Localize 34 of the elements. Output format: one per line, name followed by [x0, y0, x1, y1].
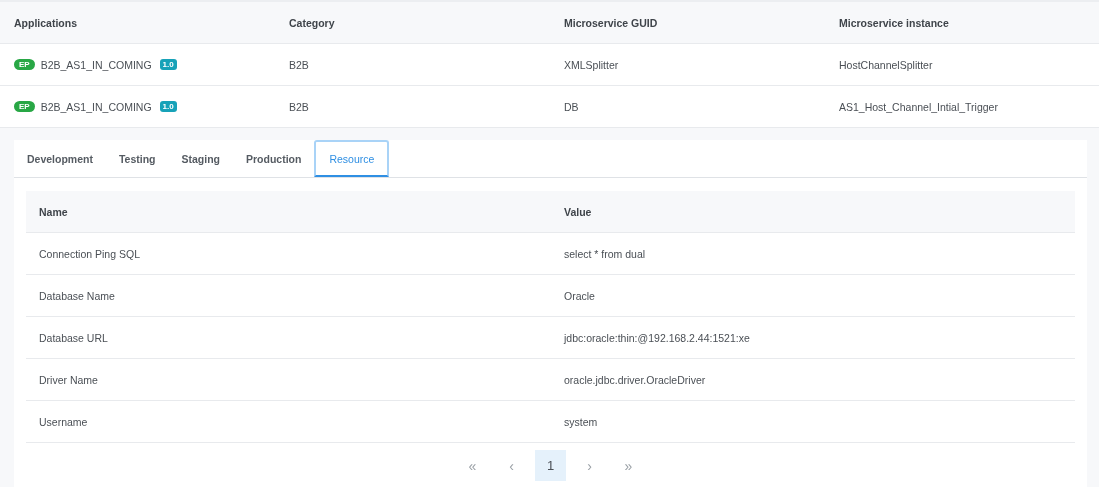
pagination-button[interactable]: 1 [535, 450, 566, 481]
table-cell-text: B2B [289, 100, 310, 113]
table-cell-text: DB [564, 100, 580, 113]
table-cell-text: oracle.jdbc.driver.OracleDriver [564, 373, 707, 386]
table-cell-text: Oracle [564, 289, 596, 302]
version-badge: 1.0 [159, 101, 177, 112]
table-cell-text: Database URL [39, 331, 109, 344]
type-badge: EP [14, 101, 35, 112]
application-name: B2B_AS1_IN_COMING [40, 58, 152, 71]
application-name: B2B_AS1_IN_COMING [40, 100, 152, 113]
column-header: Value [564, 205, 593, 218]
column-header: Microservice instance [839, 16, 950, 29]
tab[interactable]: Staging [168, 140, 233, 177]
column-header: Applications [14, 16, 78, 29]
version-badge: 1.0 [159, 59, 177, 70]
table-cell-text: XMLSplitter [564, 58, 620, 71]
table-cell-text: jdbc:oracle:thin:@192.168.2.44:1521:xe [564, 331, 751, 344]
column-header: Category [289, 16, 336, 29]
table-cell-text: select * from dual [564, 247, 647, 260]
table-cell-text: system [564, 415, 599, 428]
column-header: Name [39, 205, 69, 218]
table-cell-text: AS1_Host_Channel_Intial_Trigger [839, 100, 999, 113]
column-header: Microservice GUID [564, 16, 659, 29]
table-cell-text: Connection Ping SQL [39, 247, 141, 260]
table-cell-text: Database Name [39, 289, 116, 302]
tab[interactable]: Resource [314, 140, 390, 177]
tab[interactable]: Production [233, 140, 315, 177]
type-badge: EP [14, 59, 35, 70]
tab[interactable]: Development [14, 140, 106, 177]
table-cell-text: Username [39, 415, 89, 428]
table-cell-text: B2B [289, 58, 310, 71]
table-cell-text: HostChannelSplitter [839, 58, 934, 71]
tab[interactable]: Testing [105, 140, 169, 177]
table-cell-text: Driver Name [39, 373, 99, 386]
